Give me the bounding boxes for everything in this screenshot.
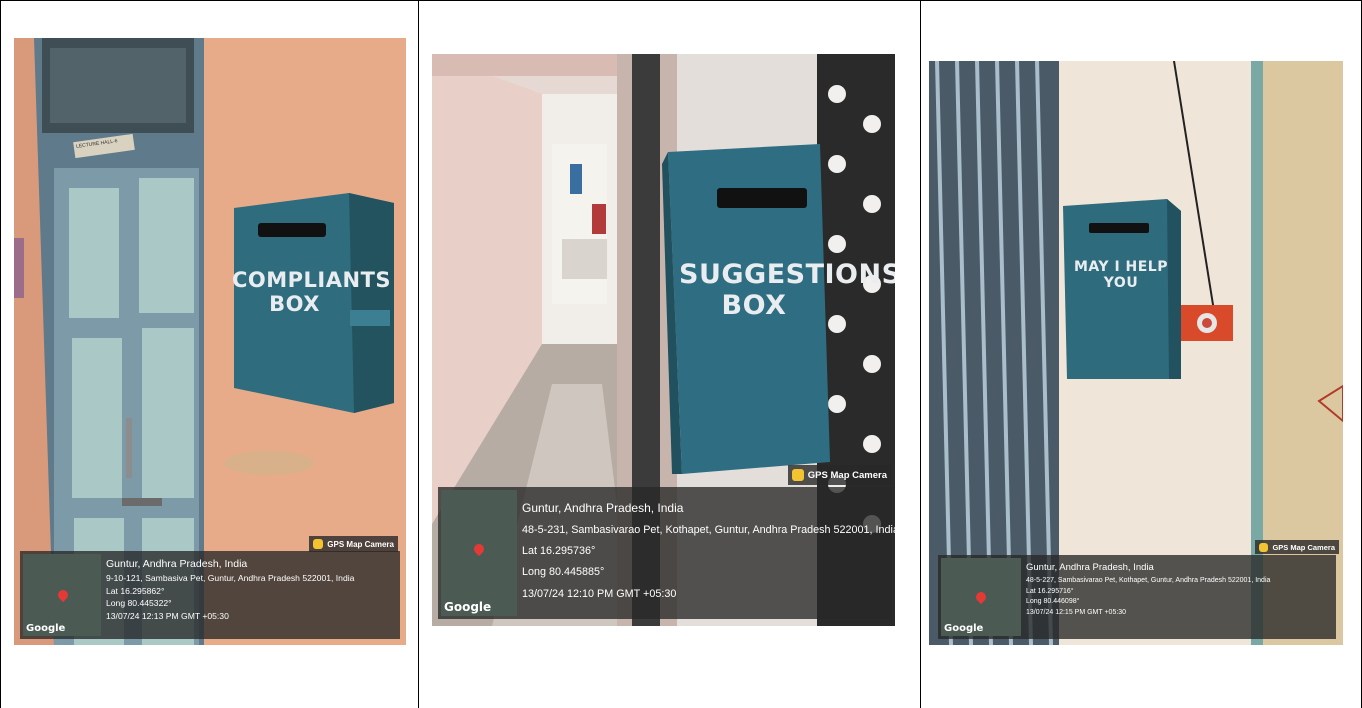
gps-text-block: Guntur, Andhra Pradesh, India 48-5-227, … — [1026, 561, 1270, 619]
map-pin-icon — [471, 541, 487, 557]
map-google-label: Google — [26, 623, 66, 634]
gps-lat: Lat 16.295716° — [1026, 587, 1074, 595]
box-label-line2: BOX — [269, 292, 320, 317]
gps-map-camera-tag: GPS Map Camera — [1255, 540, 1339, 554]
box-label-line2: BOX — [721, 290, 787, 322]
gps-long: Long 80.446098° — [1026, 598, 1080, 606]
photo-may-i-help-you-box: MAY I HELP YOU GPS Map Camera Google Gun… — [929, 61, 1343, 645]
camera-icon — [1259, 542, 1269, 552]
box-label-help: MAY I HELP YOU — [1063, 259, 1179, 291]
table-top-border — [0, 0, 1362, 1]
gps-info-bar: Google Guntur, Andhra Pradesh, India 48-… — [438, 487, 895, 619]
gps-place: Guntur, Andhra Pradesh, India — [106, 558, 248, 570]
gps-tag-label: GPS Map Camera — [327, 539, 394, 549]
photo-complaints-box: COMPLIANTS BOX LECTURE HALL-6 GPS Map Ca… — [14, 38, 406, 645]
gps-datetime: 13/07/24 12:13 PM GMT +05:30 — [106, 610, 229, 621]
box-label-line1: SUGGESTIONS — [679, 259, 895, 290]
box-label-complaints: COMPLIANTS BOX — [232, 268, 392, 317]
gps-text-block: Guntur, Andhra Pradesh, India 48-5-231, … — [522, 497, 895, 605]
box-label-line1: MAY I HELP YOU — [1074, 259, 1168, 292]
gps-lat: Lat 16.295862° — [106, 585, 165, 596]
table-border-left — [0, 0, 1, 708]
table-divider-1 — [418, 0, 419, 708]
gps-map-camera-tag: GPS Map Camera — [309, 536, 398, 552]
camera-icon — [313, 539, 324, 549]
gps-tag-label: GPS Map Camera — [1272, 542, 1335, 552]
box-label-suggestions: SUGGESTIONS BOX — [679, 259, 895, 322]
box-label-line1: COMPLIANTS — [232, 268, 392, 292]
map-pin-icon — [55, 587, 71, 603]
gps-info-bar: Google Guntur, Andhra Pradesh, India 48-… — [938, 555, 1336, 639]
gps-address: 48-5-231, Sambasivarao Pet, Kothapet, Gu… — [522, 524, 895, 537]
gps-datetime: 13/07/24 12:15 PM GMT +05:30 — [1026, 609, 1127, 617]
mini-map: Google — [941, 558, 1021, 636]
gps-datetime: 13/07/24 12:10 PM GMT +05:30 — [522, 587, 677, 600]
photo-suggestions-box: SUGGESTIONS BOX GPS Map Camera Google Gu… — [432, 54, 895, 626]
mini-map: Google — [441, 490, 517, 616]
gps-address: 9-10-121, Sambasiva Pet, Guntur, Andhra … — [106, 573, 355, 584]
gps-address: 48-5-227, Sambasivarao Pet, Kothapet, Gu… — [1026, 576, 1271, 584]
map-pin-icon — [973, 589, 989, 605]
mini-map: Google — [23, 554, 101, 636]
gps-tag-label: GPS Map Camera — [807, 469, 887, 481]
gps-info-bar: Google Guntur, Andhra Pradesh, India 9-1… — [20, 551, 400, 639]
map-google-label: Google — [944, 623, 984, 634]
gps-text-block: Guntur, Andhra Pradesh, India 9-10-121, … — [106, 557, 354, 622]
gps-long: Long 80.445885° — [522, 566, 605, 579]
map-google-label: Google — [444, 600, 492, 614]
gps-map-camera-tag: GPS Map Camera — [787, 465, 891, 485]
gps-long: Long 80.445322° — [106, 598, 172, 609]
table-divider-2 — [920, 0, 921, 708]
gps-place: Guntur, Andhra Pradesh, India — [522, 501, 684, 515]
camera-icon — [791, 469, 804, 481]
gps-place: Guntur, Andhra Pradesh, India — [1026, 562, 1154, 573]
gps-lat: Lat 16.295736° — [522, 545, 596, 558]
